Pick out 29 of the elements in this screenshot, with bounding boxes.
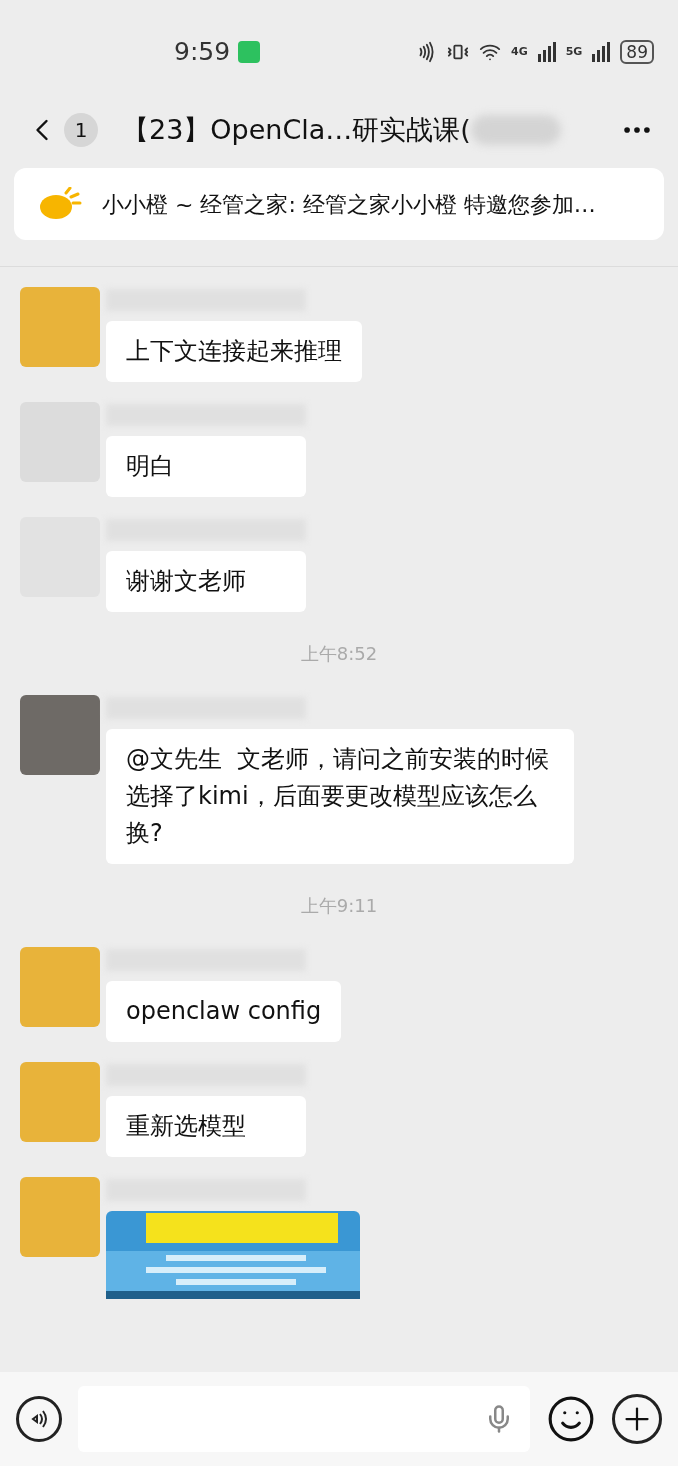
status-time: 9:59 bbox=[174, 36, 231, 69]
message-bubble[interactable]: 谢谢文老师 bbox=[106, 551, 306, 612]
network-label: 4G bbox=[511, 43, 528, 60]
unread-count: 1 bbox=[64, 113, 98, 147]
notice-text: 小小橙 ~ 经管之家: 经管之家小小橙 特邀您参加… bbox=[102, 190, 596, 219]
message-bubble[interactable]: openclaw config bbox=[106, 981, 342, 1042]
emoji-icon[interactable] bbox=[546, 1394, 596, 1444]
announcement-icon bbox=[38, 187, 82, 221]
chat-title: 【23】OpenCla…研实战课( bbox=[122, 112, 471, 147]
avatar[interactable] bbox=[20, 947, 100, 1027]
avatar[interactable] bbox=[20, 1062, 100, 1142]
avatar[interactable] bbox=[20, 287, 100, 367]
timestamp: 上午9:11 bbox=[300, 894, 378, 918]
message-input[interactable] bbox=[78, 1386, 530, 1452]
plus-icon[interactable] bbox=[612, 1394, 662, 1444]
signal-icon bbox=[592, 42, 611, 62]
sound-wave-icon bbox=[29, 1409, 49, 1429]
message-bubble[interactable]: 明白 bbox=[106, 436, 306, 497]
battery-level: 89 bbox=[620, 40, 654, 64]
network-label: 5G bbox=[565, 43, 583, 60]
voice-button[interactable] bbox=[16, 1396, 62, 1442]
notice-banner[interactable]: 小小橙 ~ 经管之家: 经管之家小小橙 特邀您参加… bbox=[14, 168, 664, 240]
timestamp: 上午8:52 bbox=[300, 642, 378, 666]
message-bubble[interactable]: 上下文连接起来推理 bbox=[106, 321, 362, 382]
avatar[interactable] bbox=[20, 695, 100, 775]
signal-icon bbox=[537, 42, 556, 62]
message-bubble[interactable]: 重新选模型 bbox=[106, 1096, 306, 1157]
avatar[interactable] bbox=[20, 1177, 100, 1257]
message-bubble[interactable]: @文先生 文老师，请问之前安装的时候选择了kimi，后面要更改模型应该怎么换? bbox=[106, 729, 574, 864]
